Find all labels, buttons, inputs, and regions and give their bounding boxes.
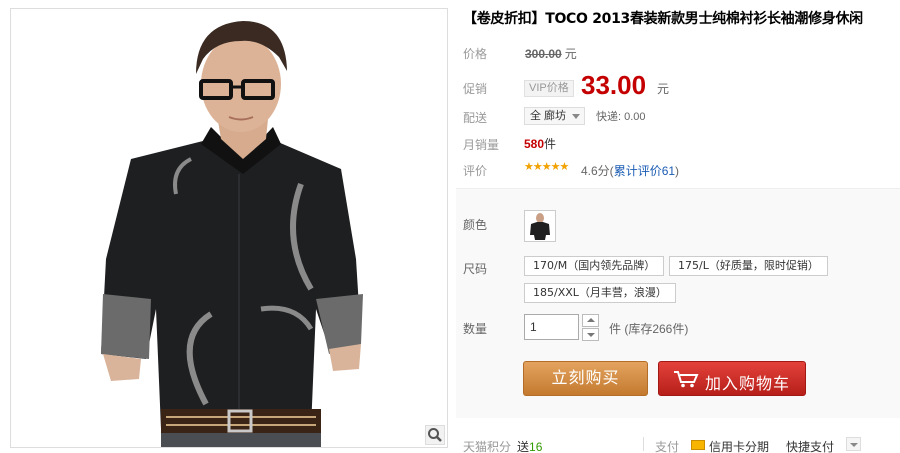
size-option-185[interactable]: 185/XXL（月丰营，浪漫）: [524, 283, 676, 303]
rating-score-value: 4.6分(: [581, 164, 614, 178]
buy-now-button[interactable]: 立刻购买: [523, 361, 648, 396]
vip-price-tag: VIP价格: [524, 80, 574, 97]
rating-close-paren: ): [675, 164, 680, 178]
quantity-increase-button[interactable]: [582, 314, 599, 327]
promo-price-currency: 元: [657, 82, 670, 96]
rating-label: 评价: [463, 164, 488, 178]
original-price-value: 300.00: [525, 47, 562, 61]
quantity-label: 数量: [463, 322, 488, 336]
points-value: 16: [529, 440, 543, 453]
zoom-icon[interactable]: [425, 425, 445, 445]
color-option-black[interactable]: [524, 210, 556, 242]
monthly-sales: 580件: [524, 135, 556, 152]
points-give-label: 送: [517, 440, 530, 453]
size-label: 尺码: [463, 262, 488, 276]
credit-card-icon: [691, 440, 705, 450]
product-photo: [11, 9, 447, 447]
monthly-sales-count: 580: [524, 137, 545, 151]
add-to-cart-label: 加入购物车: [705, 376, 791, 393]
quantity-decrease-button[interactable]: [582, 328, 599, 341]
tmall-points: 天猫积分 送16: [463, 438, 542, 453]
chevron-up-icon: [587, 318, 595, 322]
add-to-cart-button[interactable]: 加入购物车: [658, 361, 806, 396]
points-give: 送16: [517, 440, 542, 453]
monthly-sales-label: 月销量: [463, 138, 500, 152]
shopping-cart-icon: [674, 371, 699, 388]
quantity-input[interactable]: [524, 314, 579, 340]
reviews-link[interactable]: 累计评价61: [614, 164, 675, 178]
promo-label: 促销: [463, 82, 488, 96]
rating-score: 4.6分(累计评价61): [581, 162, 679, 179]
payment-label: 支付: [655, 440, 680, 453]
chevron-down-icon: [850, 443, 858, 447]
original-price-currency: 元: [564, 47, 577, 61]
credit-card-installment-link[interactable]: 信用卡分期: [709, 438, 769, 453]
price-label: 价格: [463, 47, 488, 61]
shipping-label: 配送: [463, 111, 488, 125]
size-option-170[interactable]: 170/M（国内领先品牌）: [524, 256, 665, 276]
original-price: 300.00 元: [525, 45, 577, 62]
size-option-175[interactable]: 175/L（好质量，限时促销）: [669, 256, 828, 276]
rating-stars-icon: ★★★★★: [524, 161, 569, 173]
chevron-down-icon: [587, 333, 595, 337]
quantity-stock: 件 (库存266件): [609, 322, 689, 336]
color-label: 颜色: [463, 218, 488, 232]
product-title: 【卷皮折扣】TOCO 2013春装新款男士纯棉衬衫长袖潮修身休闲: [463, 11, 863, 27]
promo-price: 33.00: [581, 70, 647, 100]
shipping-fee: 快递: 0.00: [596, 111, 646, 123]
monthly-sales-unit: 件: [544, 137, 557, 151]
shirt-thumbnail-icon: [525, 211, 555, 241]
points-label: 天猫积分: [463, 440, 512, 453]
divider: [643, 437, 644, 451]
shipping-region-select[interactable]: 全 廊坊: [524, 107, 586, 125]
payment-more-button[interactable]: [846, 437, 861, 451]
quick-pay-link[interactable]: 快捷支付: [786, 438, 834, 453]
product-image-box[interactable]: [10, 8, 448, 448]
shipping-region-value: 全 廊坊: [530, 110, 567, 122]
chevron-down-icon: [572, 114, 581, 119]
